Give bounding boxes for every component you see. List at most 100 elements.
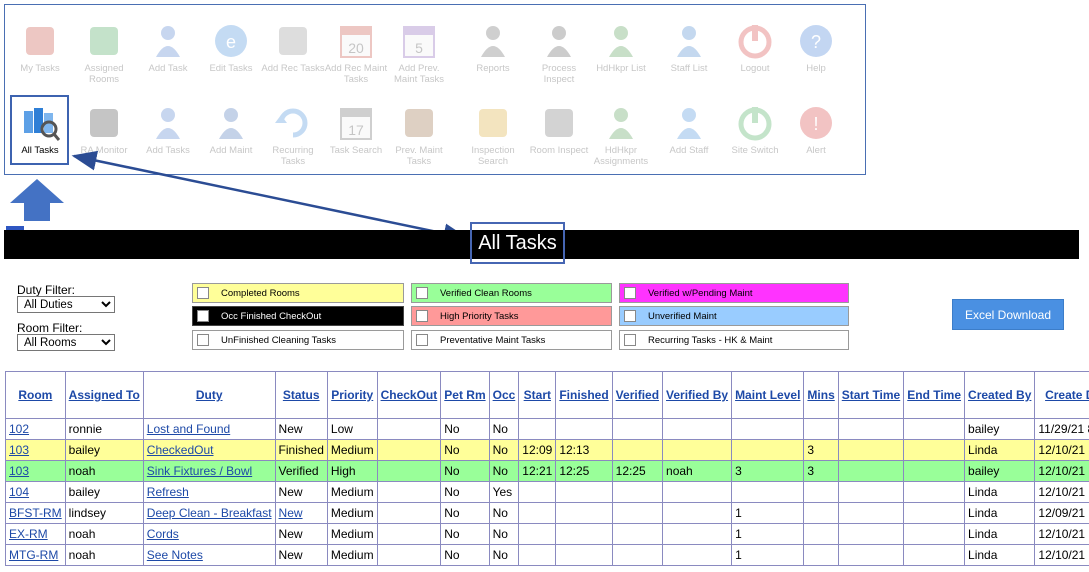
toolbar-item-room-inspect[interactable]: Room Inspect [526,95,592,173]
magnifier-icon [526,105,592,141]
duty-link[interactable]: Cords [147,527,179,541]
toolbar-item-label: Prev. Maint Tasks [395,145,443,167]
toolbar-item-label: Alert [806,145,826,156]
toolbar-item-my-tasks[interactable]: My Tasks [7,13,73,91]
column-header-room[interactable]: Room [5,371,66,419]
toolbar-item-prev-maint-tasks[interactable]: Prev. Maint Tasks [386,95,452,173]
table-cell: Medium [326,502,378,524]
column-header-finished[interactable]: Finished [555,371,613,419]
room-link[interactable]: EX-RM [9,527,48,541]
table-cell [903,418,966,440]
table-cell [611,523,664,545]
table-cell: CheckedOut [142,439,276,461]
duty-link[interactable]: See Notes [147,548,203,562]
column-header-priority[interactable]: Priority [326,371,378,419]
table-cell: noah [64,460,144,482]
room-link[interactable]: 102 [9,422,29,436]
toolbar-item-ra-monitor[interactable]: RA Monitor [71,95,137,173]
toolbar-item-hdhkpr-list[interactable]: HdHkpr List [588,13,654,91]
legend-item: Completed Rooms [192,283,404,303]
table-cell: Deep Clean - Breakfast [142,502,276,524]
duty-link[interactable]: Refresh [147,485,189,499]
table-cell [837,481,905,503]
column-header-assigned-to[interactable]: Assigned To [64,371,144,419]
table-header-row: Room Assigned To Duty Status Priority CheckOu… [5,371,1089,419]
toolbar-item-add-rec-tasks[interactable]: Add Rec Tasks [260,13,326,91]
column-header-start-time[interactable]: Start Time [837,371,905,419]
column-header-occ[interactable]: Occ [488,371,520,419]
toolbar-item-add-maint[interactable]: Add Maint [198,95,264,173]
room-link[interactable]: 104 [9,485,29,499]
room-filter-select[interactable]: All Rooms [17,334,115,351]
duty-filter-select[interactable]: All Duties [17,296,115,313]
table-cell [555,502,613,524]
table-cell [555,544,613,566]
table-cell: No [440,481,490,503]
status-link[interactable]: New [279,506,303,520]
toolbar-item-process-inspect[interactable]: Process Inspect [526,13,592,91]
room-link[interactable]: 103 [9,443,29,457]
toolbar-item-label: Edit Tasks [209,63,253,74]
column-header-verified-by[interactable]: Verified By [662,371,733,419]
toolbar-item-alert[interactable]: ! Alert [783,95,849,173]
toolbar-item-recurring-tasks[interactable]: Recurring Tasks [260,95,326,173]
column-header-status[interactable]: Status [274,371,328,419]
toolbar-item-site-switch[interactable]: Site Switch [722,95,788,173]
toolbar-item-add-task[interactable]: Add Task [135,13,201,91]
table-row: 103 noah Sink Fixtures / Bowl Verified High N… [5,460,1089,482]
toolbar-item-label: Add Staff [669,145,709,156]
toolbar-item-staff-list[interactable]: Staff List [656,13,722,91]
toolbar-item-task-search[interactable]: 17 Task Search [323,95,389,173]
legend-label: UnFinished Cleaning Tasks [221,334,336,346]
duty-link[interactable]: Deep Clean - Breakfast [147,506,272,520]
column-header-pet-rm[interactable]: Pet Rm [440,371,490,419]
toolbar-item-add-staff[interactable]: Add Staff [656,95,722,173]
table-cell: 12/10/21 12:01 [1034,481,1089,503]
column-header-start[interactable]: Start [518,371,557,419]
room-link[interactable]: MTG-RM [9,548,58,562]
table-cell [376,502,442,524]
toolbar-item-label: Process Inspect [541,63,577,85]
column-header-mins[interactable]: Mins [803,371,839,419]
toolbar-item-add-tasks[interactable]: Add Tasks [135,95,201,173]
legend-label: Verified Clean Rooms [440,287,532,299]
toolbar-item-help[interactable]: ? Help [783,13,849,91]
toolbar-item-assigned-rooms[interactable]: Assigned Rooms [71,13,137,91]
column-header-end-time[interactable]: End Time [903,371,966,419]
column-header-checkout[interactable]: CheckOut [376,371,442,419]
toolbar-item-inspection-search[interactable]: Inspection Search [460,95,526,173]
duty-link[interactable]: CheckedOut [147,443,214,457]
table-cell [662,502,733,524]
legend-label: High Priority Tasks [440,310,519,322]
column-header-maint-level[interactable]: Maint Level [731,371,805,419]
toolbar-item-add-rec-maint-tasks[interactable]: 20 Add Rec Maint Tasks [323,13,389,91]
table-cell: New [274,502,328,524]
person-add-icon [135,105,201,141]
column-header-duty[interactable]: Duty [142,371,276,419]
column-header-verified[interactable]: Verified [611,371,664,419]
table-cell [555,523,613,545]
toolbar-item-reports[interactable]: Reports [460,13,526,91]
excel-download-button[interactable]: Excel Download [952,299,1064,330]
legend-item: Preventative Maint Tasks [411,330,612,350]
duty-link[interactable]: Lost and Found [147,422,230,436]
table-row: 103 bailey CheckedOut Finished Medium No No 12:… [5,439,1089,461]
legend-swatch-checkbox [416,287,428,299]
table-cell [518,481,557,503]
table-cell [903,460,966,482]
toolbar-item-label: Add Rec Maint Tasks [324,63,388,85]
table-cell: See Notes [142,544,276,566]
table-cell: ronnie [64,418,144,440]
toolbar-item-add-prev-maint-tasks[interactable]: 5 Add Prev. Maint Tasks [386,13,452,91]
table-cell: No [488,544,520,566]
room-link[interactable]: 103 [9,464,29,478]
column-header-created-by[interactable]: Created By [964,371,1036,419]
duty-link[interactable]: Sink Fixtures / Bowl [147,464,252,478]
toolbar-item-hdhkpr-assignments[interactable]: HdHkpr Assignments [588,95,654,173]
column-header-create-date[interactable]: Create Date [1034,371,1089,419]
svg-text:17: 17 [348,122,364,138]
calendar-5-icon: 5 [386,23,452,59]
toolbar-item-edit-tasks[interactable]: e Edit Tasks [198,13,264,91]
room-link[interactable]: BFST-RM [9,506,62,520]
toolbar-item-logout[interactable]: Logout [722,13,788,91]
